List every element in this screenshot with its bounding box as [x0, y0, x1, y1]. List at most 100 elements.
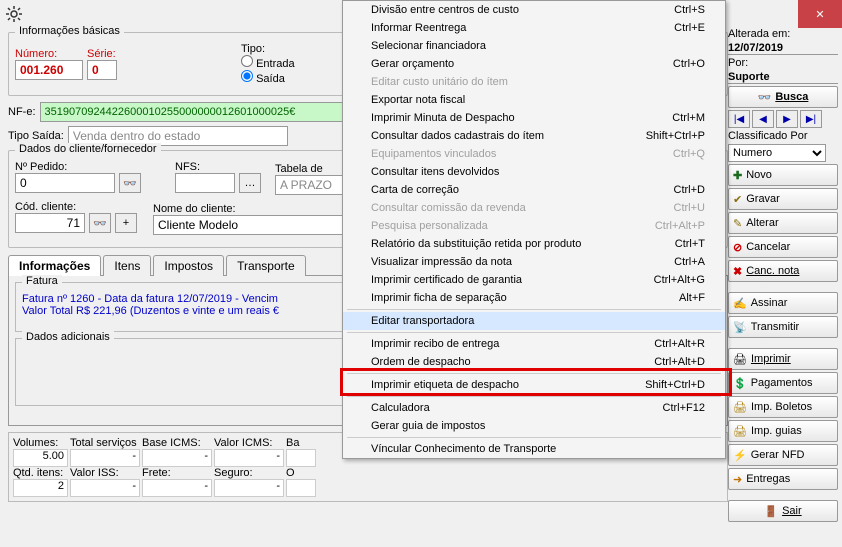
nome-cliente-input[interactable]: [153, 215, 353, 235]
pencil-icon: ✎: [733, 217, 742, 230]
cancel-icon: ⊘: [733, 241, 742, 254]
impboletos-label: Imp. Boletos: [751, 401, 812, 413]
menu-item[interactable]: Consultar itens devolvidos: [343, 163, 725, 181]
npedido-input[interactable]: [15, 173, 115, 193]
x-icon: ✖: [733, 265, 742, 278]
cancnota-button[interactable]: ✖ Canc. nota: [728, 260, 838, 282]
busca-label: Busca: [775, 91, 808, 103]
tab-informacoes[interactable]: Informações: [8, 255, 101, 276]
serie-label: Série:: [87, 48, 117, 60]
nav-first-button[interactable]: |◀: [728, 110, 750, 128]
menu-item-shortcut: Shift+Ctrl+P: [646, 130, 705, 142]
entregas-button[interactable]: ➜Entregas: [728, 468, 838, 490]
menu-item[interactable]: Imprimir certificado de garantiaCtrl+Alt…: [343, 271, 725, 289]
menu-item[interactable]: Selecionar financiadora: [343, 37, 725, 55]
menu-item[interactable]: Gerar guia de impostos: [343, 417, 725, 435]
menu-item-shortcut: Shift+Ctrl+D: [645, 379, 705, 391]
menu-item[interactable]: Editar transportadora: [343, 312, 725, 330]
entrada-label: Entrada: [256, 58, 295, 70]
cod-cliente-search-button[interactable]: 👓: [89, 213, 111, 233]
pagamentos-label: Pagamentos: [751, 377, 813, 389]
tab-impostos[interactable]: Impostos: [153, 255, 224, 276]
menu-item[interactable]: Consultar dados cadastrais do ítemShift+…: [343, 127, 725, 145]
alterar-button[interactable]: ✎ Alterar: [728, 212, 838, 234]
serie-input[interactable]: [87, 60, 117, 80]
volumes-value: 5.00: [13, 449, 68, 467]
menu-item[interactable]: Divisão entre centros de custoCtrl+S: [343, 1, 725, 19]
menu-item-shortcut: Ctrl+Alt+G: [654, 274, 705, 286]
gear-icon[interactable]: [6, 6, 22, 22]
menu-item[interactable]: Informar ReentregaCtrl+E: [343, 19, 725, 37]
npedido-search-button[interactable]: 👓: [119, 173, 141, 193]
tab-transporte[interactable]: Transporte: [226, 255, 306, 276]
gerarnfd-button[interactable]: ⚡Gerar NFD: [728, 444, 838, 466]
impboletos-button[interactable]: 🖨Imp. Boletos: [728, 396, 838, 418]
valoriss-label: Valor ISS:: [70, 467, 140, 479]
nfs-input[interactable]: [175, 173, 235, 193]
novo-button[interactable]: ✚Novo: [728, 164, 838, 186]
menu-item-label: Visualizar impressão da nota: [371, 256, 512, 268]
menu-item-shortcut: Ctrl+E: [674, 22, 705, 34]
gravar-label: Gravar: [746, 193, 780, 205]
seguro-label: Seguro:: [214, 467, 284, 479]
baseicms-value: -: [142, 449, 212, 467]
valoriss-value: -: [70, 479, 140, 497]
totserv-label: Total serviços: [70, 437, 140, 449]
numero-input[interactable]: [15, 60, 83, 80]
gravar-button[interactable]: ✔Gravar: [728, 188, 838, 210]
nfs-more-button[interactable]: …: [239, 173, 261, 193]
money-icon: 💲: [733, 377, 747, 390]
menu-item[interactable]: CalculadoraCtrl+F12: [343, 399, 725, 417]
menu-item[interactable]: Imprimir Minuta de DespachoCtrl+M: [343, 109, 725, 127]
menu-item[interactable]: Imprimir etiqueta de despachoShift+Ctrl+…: [343, 376, 725, 394]
lightning-icon: ⚡: [733, 449, 747, 462]
tabela-label: Tabela de: [275, 163, 345, 175]
menu-item-shortcut: Ctrl+S: [674, 4, 705, 16]
menu-item-label: Selecionar financiadora: [371, 40, 486, 52]
transmitir-button[interactable]: 📡Transmitir: [728, 316, 838, 338]
menu-item[interactable]: Imprimir ficha de separaçãoAlt+F: [343, 289, 725, 307]
nav-prev-button[interactable]: ◀: [752, 110, 774, 128]
menu-item[interactable]: Exportar nota fiscal: [343, 91, 725, 109]
o-label: O: [286, 467, 316, 479]
cancelar-label: Cancelar: [746, 241, 790, 253]
arrow-right-icon: ➜: [733, 473, 742, 486]
impguias-button[interactable]: 🖨Imp. guias: [728, 420, 838, 442]
cod-cliente-add-button[interactable]: +: [115, 213, 137, 233]
menu-item[interactable]: Gerar orçamentoCtrl+O: [343, 55, 725, 73]
menu-item-label: Ordem de despacho: [371, 356, 471, 368]
cancnota-label: Canc. nota: [746, 265, 799, 277]
busca-button[interactable]: 👓 Busca: [728, 86, 838, 108]
imprimir-button[interactable]: 🖨Imprimir: [728, 348, 838, 370]
class-select[interactable]: Numero: [728, 144, 826, 162]
sair-button[interactable]: 🚪Sair: [728, 500, 838, 522]
fatura-legend: Fatura: [22, 275, 62, 287]
tab-itens[interactable]: Itens: [103, 255, 151, 276]
menu-item[interactable]: Carta de correçãoCtrl+D: [343, 181, 725, 199]
menu-item[interactable]: Imprimir recibo de entregaCtrl+Alt+R: [343, 335, 725, 353]
assinar-button[interactable]: ✍Assinar: [728, 292, 838, 314]
totserv-value: -: [70, 449, 140, 467]
cancelar-button[interactable]: ⊘ Cancelar: [728, 236, 838, 258]
close-button[interactable]: ✕: [798, 0, 842, 28]
app-window: ✕ Informações básicas Número: Série:: [0, 0, 842, 547]
qtditens-value: 2: [13, 479, 68, 497]
cod-cliente-input[interactable]: [15, 213, 85, 233]
ba-value: [286, 449, 316, 467]
imprimir-label: Imprimir: [751, 353, 791, 365]
menu-item[interactable]: Víncular Conhecimento de Transporte: [343, 440, 725, 458]
entrada-radio[interactable]: [241, 55, 253, 67]
menu-item-label: Equipamentos vinculados: [371, 148, 496, 160]
nav-next-button[interactable]: ▶: [776, 110, 798, 128]
menu-item[interactable]: Relatório da substituição retida por pro…: [343, 235, 725, 253]
frete-value: -: [142, 479, 212, 497]
saida-radio[interactable]: [241, 70, 253, 82]
nav-last-button[interactable]: ▶|: [800, 110, 822, 128]
menu-item[interactable]: Ordem de despachoCtrl+Alt+D: [343, 353, 725, 371]
binoculars-icon: 👓: [758, 91, 772, 104]
pagamentos-button[interactable]: 💲 Pagamentos: [728, 372, 838, 394]
right-panel: Alterada em: 12/07/2019 Por: Suporte 👓 B…: [728, 28, 838, 543]
alterar-label: Alterar: [746, 217, 778, 229]
binoculars-icon: 👓: [93, 217, 107, 230]
menu-item[interactable]: Visualizar impressão da notaCtrl+A: [343, 253, 725, 271]
